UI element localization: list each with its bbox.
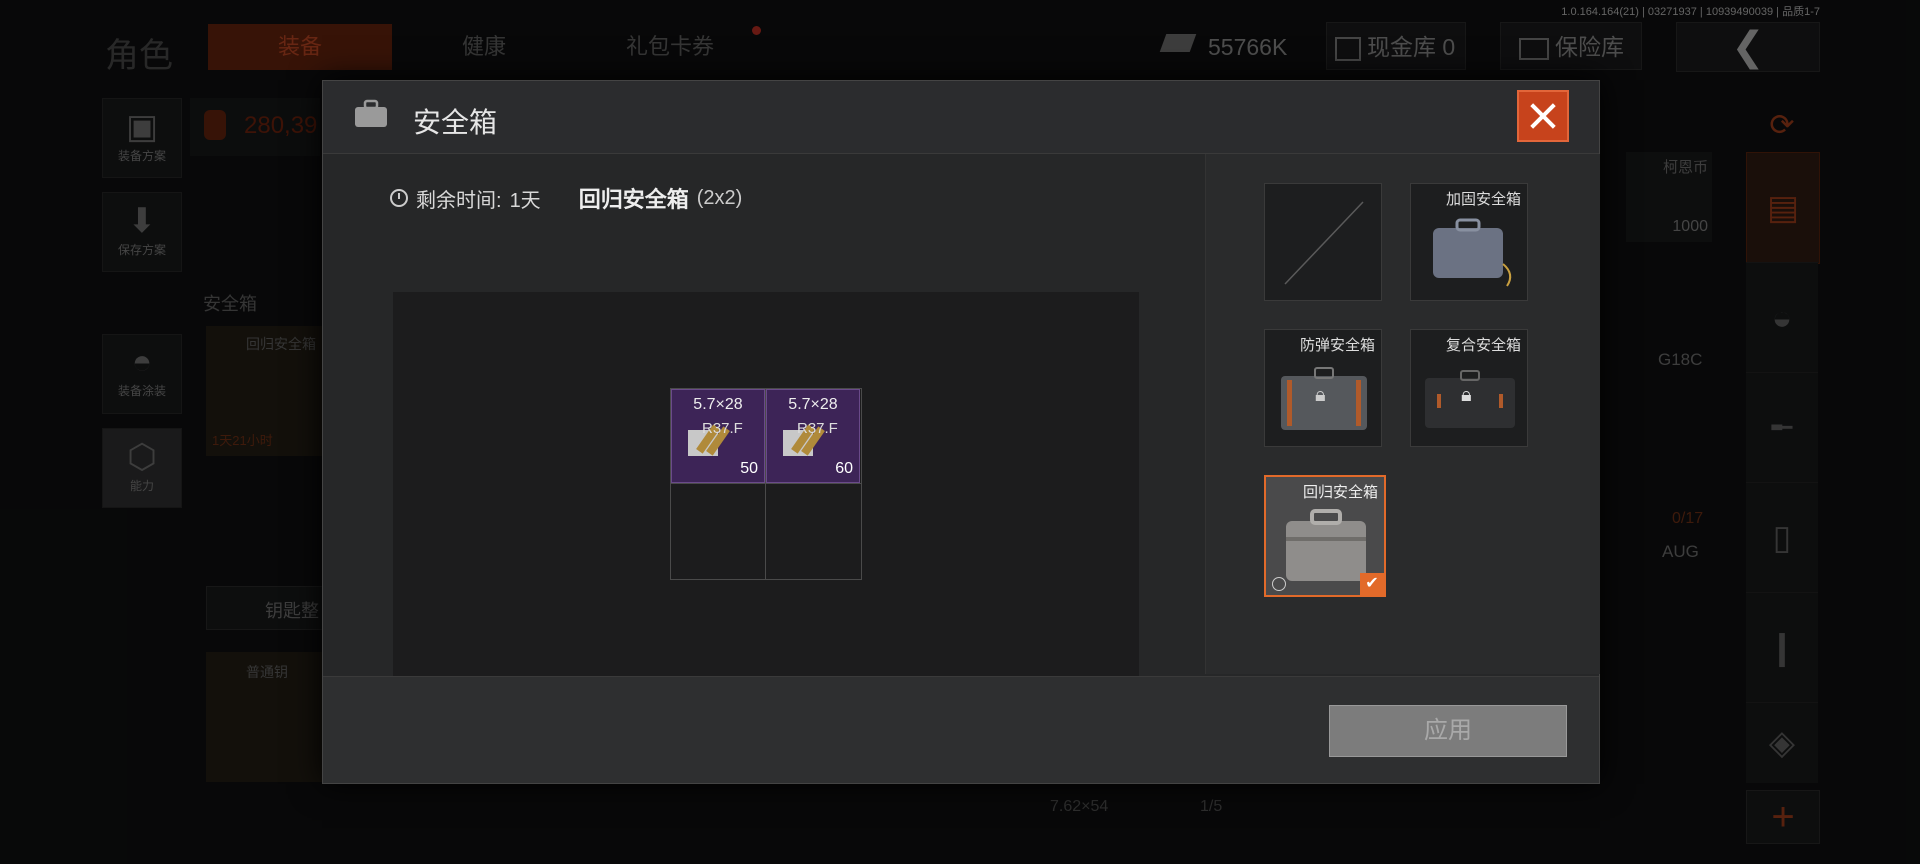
value-panel: 280,39 (190, 98, 320, 156)
remaining-time-value: 1天 (509, 189, 541, 212)
sidebar-loadout-label: 装备方案 (117, 149, 166, 163)
currency-item-label: 柯恩币 (1662, 159, 1708, 176)
empty-slot-icon (1284, 201, 1364, 285)
key-slot-name: 普通钥 (246, 664, 288, 680)
case-card-bulletproof[interactable]: 防弹安全箱 🔒︎ (1264, 329, 1382, 447)
backpack-icon: ▣ (125, 108, 159, 146)
case-contents-pane: 剩余时间: 1天 回归安全箱 (2x2) 5.7×28 R37.F 50 5.7… (323, 154, 1203, 679)
energy-icon: ⬡ (127, 438, 157, 476)
briefcase-icon (355, 99, 387, 127)
tab-health[interactable]: 健康 (392, 24, 576, 70)
version-info: 1.0.164.164(21) | 03271937 | 10939490039… (1561, 6, 1820, 18)
case-name: 回归安全箱 (578, 187, 689, 212)
close-button[interactable] (1517, 90, 1569, 142)
storage-grid: 5.7×28 R37.F 50 5.7×28 R37.F 60 (670, 388, 862, 580)
case-card-label: 防弹安全箱 (1299, 337, 1375, 354)
case-card-label: 加固安全箱 (1445, 191, 1521, 208)
insurance-icon (1519, 37, 1549, 60)
ammo-caliber: 7.62×54 (1050, 798, 1109, 815)
modal-header: 安全箱 (323, 81, 1599, 154)
item-code: R37.F (797, 420, 838, 437)
vault-icon (1335, 36, 1361, 61)
sidebar-save-loadout[interactable]: ⬇ 保存方案 (102, 192, 182, 272)
sidebar-ability-label: 能力 (129, 479, 154, 493)
ammo-item[interactable]: 5.7×28 R37.F 50 (671, 389, 765, 483)
case-info-row: 剩余时间: 1天 回归安全箱 (2x2) (390, 182, 742, 214)
ammo-icon[interactable]: ❙ (1746, 592, 1818, 703)
case-card-composite[interactable]: 复合安全箱 🔒︎ (1410, 329, 1528, 447)
modal-footer: 应用 (323, 676, 1599, 783)
case-card-label: 复合安全箱 (1445, 337, 1521, 354)
stack-icon[interactable]: ▤ (1746, 152, 1820, 264)
case-card-return[interactable]: 回归安全箱 ✔ (1264, 475, 1386, 597)
download-icon: ⬇ (127, 202, 157, 240)
clock-icon (390, 189, 408, 207)
g18c-label: G18C (1658, 350, 1703, 369)
case-card-label: 回归安全箱 (1302, 484, 1378, 501)
ammo-item[interactable]: 5.7×28 R37.F 60 (766, 389, 860, 483)
case-card-reinforced[interactable]: 加固安全箱 (1410, 183, 1528, 301)
item-caliber: 5.7×28 (693, 396, 743, 413)
return-case-icon (1286, 509, 1366, 581)
item-quantity: 50 (740, 460, 758, 477)
cash-vault-button[interactable]: 现金库 0 (1326, 22, 1466, 70)
safe-box-modal: 安全箱 剩余时间: 1天 回归安全箱 (2x2) 5.7×28 R37.F 50… (322, 80, 1600, 784)
case-size: (2x2) (696, 186, 743, 209)
back-arrow-icon: ❮ (1731, 25, 1765, 69)
grid-divider (671, 483, 861, 484)
safe-box-slot-name: 回归安全箱 (246, 336, 316, 352)
tab-equipment[interactable]: 装备 (208, 24, 392, 70)
sidebar-skin[interactable]: ◓ 装备涂装 (102, 334, 182, 414)
key-organize-button[interactable]: 钥匙整 (206, 586, 324, 630)
key-organize-label: 钥匙整 (265, 601, 319, 621)
rifle-icon[interactable]: ╾ (1746, 372, 1818, 483)
lock-icon: 🔒︎ (1315, 384, 1326, 406)
sidebar-save-label: 保存方案 (117, 243, 166, 257)
cash-vault-label: 现金库 0 (1367, 34, 1456, 60)
storage-area: 5.7×28 R37.F 50 5.7×28 R37.F 60 (393, 292, 1139, 679)
insurance-vault-button[interactable]: 保险库 (1500, 22, 1642, 70)
safe-box-timer: 1天21小时 (212, 433, 273, 448)
sidebar-loadout[interactable]: ▣ 装备方案 (102, 98, 182, 178)
sidebar-skin-label: 装备涂装 (117, 384, 166, 398)
ammo-count: 1/5 (1200, 798, 1223, 815)
helmet-icon: ◓ (131, 343, 153, 381)
selected-check-icon: ✔ (1360, 573, 1384, 595)
item-caliber: 5.7×28 (788, 396, 838, 413)
notification-dot (752, 26, 761, 35)
safe-box-section-label: 安全箱 (203, 294, 257, 314)
value-icon (204, 110, 226, 140)
g18c-ammo: 0/17 (1672, 510, 1704, 527)
page-title: 角色 (105, 37, 173, 75)
case-card-empty[interactable] (1264, 183, 1382, 301)
insurance-label: 保险库 (1555, 34, 1624, 60)
reinforced-case-icon (1433, 218, 1512, 287)
vest-icon[interactable]: ◈ (1746, 702, 1818, 783)
safe-box-slot[interactable]: 回归安全箱 1天21小时 (206, 326, 322, 456)
key-slot[interactable]: 普通钥 (206, 652, 322, 782)
modal-title: 安全箱 (413, 107, 498, 138)
lock-icon: 🔒︎ (1461, 384, 1472, 406)
item-quantity: 60 (835, 460, 853, 477)
currency-item-slot[interactable]: 柯恩币 1000 (1626, 152, 1712, 242)
cash-icon (1159, 34, 1197, 52)
back-button[interactable]: ❮ (1676, 22, 1820, 72)
currency-amount: 55766K (1208, 34, 1288, 60)
helmet-slot-icon[interactable]: ◒ (1746, 262, 1818, 373)
value-display: 280,39 (244, 112, 318, 139)
aug-label: AUG (1662, 542, 1699, 561)
magazine-icon[interactable]: ▯ (1746, 482, 1818, 593)
item-code: R37.F (702, 420, 743, 437)
case-selection-pane: 加固安全箱 防弹安全箱 🔒︎ 复合安全箱 🔒︎ 回归安全箱 ✔ (1205, 154, 1600, 674)
sidebar-ability[interactable]: ⬡ 能力 (102, 428, 182, 508)
timer-icon (1272, 577, 1286, 591)
apply-button[interactable]: 应用 (1329, 705, 1567, 757)
tab-gift-cards[interactable]: 礼包卡券 (576, 24, 764, 70)
currency-item-count: 1000 (1672, 218, 1708, 235)
remaining-time-label: 剩余时间: (416, 189, 502, 212)
add-icon[interactable]: + (1746, 790, 1820, 844)
refresh-loadout-icon[interactable]: ⟳ (1746, 98, 1818, 154)
